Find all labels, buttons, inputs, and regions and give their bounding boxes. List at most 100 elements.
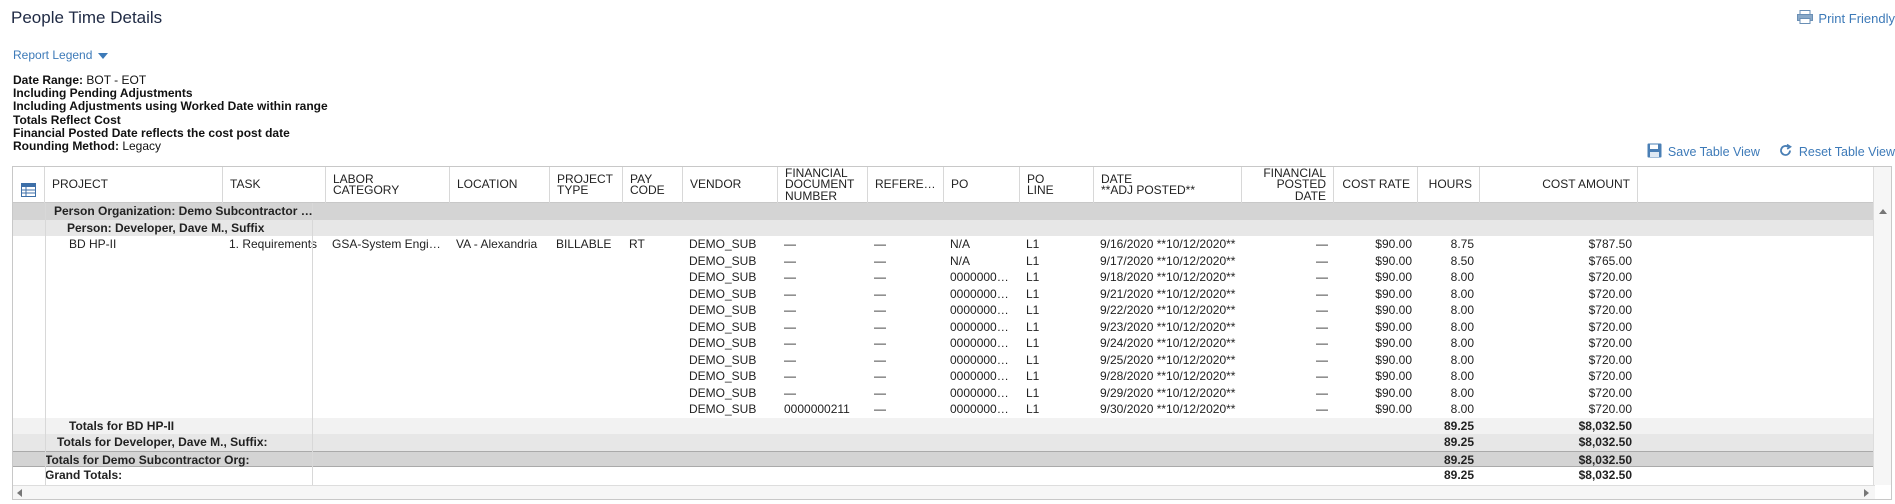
cell-po: 0000000… bbox=[950, 336, 1009, 350]
group-label-organization: Person Organization: Demo Subcontractor … bbox=[54, 204, 313, 218]
col-header-po-line[interactable]: PO LINE bbox=[1020, 167, 1094, 203]
cell-po-line: L1 bbox=[1026, 402, 1040, 416]
table-row[interactable]: DEMO_SUB — — 0000000… L1 9/18/2020 **10/12/20… bbox=[13, 269, 1873, 286]
cell-hours: 8.00 bbox=[1450, 319, 1474, 334]
col-header-financial-document-number[interactable]: FINANCIAL DOCUMENT NUMBER bbox=[778, 167, 868, 203]
cell-financial-posted-date: — bbox=[1316, 352, 1328, 367]
cell-labor-category: GSA-System Engi… bbox=[332, 237, 441, 251]
cell-cost-amount: $720.00 bbox=[1588, 402, 1632, 416]
col-header-date[interactable]: DATE **ADJ POSTED** bbox=[1094, 167, 1242, 203]
scroll-up-arrow-icon[interactable] bbox=[1879, 209, 1887, 214]
table-row[interactable]: DEMO_SUB 0000000211 — 0000000… L1 9/30/2020 *… bbox=[13, 401, 1873, 418]
totals-row-project: Totals for BD HP-II 89.25 $8,032.50 bbox=[13, 417, 1873, 434]
col-header-cost-amount[interactable]: COST AMOUNT bbox=[1480, 167, 1638, 203]
cell-project-type: BILLABLE bbox=[556, 237, 612, 251]
cell-hours: 8.00 bbox=[1450, 402, 1474, 416]
column-divider bbox=[312, 203, 313, 485]
cell-cost-rate: $90.00 bbox=[1375, 303, 1412, 317]
table-row[interactable]: BD HP-II 1. Requirements GSA-System Engi… V… bbox=[13, 236, 1873, 253]
print-friendly-button[interactable]: Print Friendly bbox=[1797, 10, 1895, 27]
table-row[interactable]: DEMO_SUB — — 0000000… L1 9/23/2020 **10/12/20… bbox=[13, 319, 1873, 336]
table-row[interactable]: DEMO_SUB — — 0000000… L1 9/21/2020 **10/12/20… bbox=[13, 286, 1873, 303]
col-header-task[interactable]: TASK bbox=[223, 167, 326, 203]
report-legend-toggle[interactable]: Report Legend bbox=[13, 48, 109, 62]
table-row[interactable]: DEMO_SUB — — 0000000… L1 9/29/2020 **10/12/20… bbox=[13, 385, 1873, 402]
totals-cost-amount: $8,032.50 bbox=[1578, 435, 1632, 449]
column-chooser-button[interactable] bbox=[13, 167, 45, 203]
table-body: Person Organization: Demo Subcontractor … bbox=[13, 203, 1873, 485]
col-header-project-type[interactable]: PROJECT TYPE bbox=[550, 167, 623, 203]
totals-label: Totals for Developer, Dave M., Suffix: bbox=[57, 435, 268, 449]
cell-cost-amount: $720.00 bbox=[1588, 303, 1632, 317]
col-header-po[interactable]: PO bbox=[944, 167, 1020, 203]
cell-date: 9/29/2020 **10/12/2020** bbox=[1100, 385, 1236, 400]
cell-vendor: DEMO_SUB bbox=[689, 286, 757, 301]
cell-reference: — bbox=[874, 385, 886, 400]
column-divider bbox=[45, 203, 46, 485]
cell-po: 0000000… bbox=[950, 286, 1009, 301]
group-row-person[interactable]: Person: Developer, Dave M., Suffix bbox=[13, 219, 1873, 236]
cell-cost-amount: $720.00 bbox=[1588, 369, 1632, 383]
cell-cost-rate: $90.00 bbox=[1375, 352, 1412, 367]
cell-financial-document-number: — bbox=[784, 253, 796, 268]
totals-row-organization: Totals for Demo Subcontractor Org: 89.25… bbox=[13, 450, 1873, 467]
totals-label: Totals for BD HP-II bbox=[69, 418, 175, 433]
cell-financial-document-number: — bbox=[784, 369, 796, 383]
cell-reference: — bbox=[874, 352, 886, 367]
table-row[interactable]: DEMO_SUB — — 0000000… L1 9/25/2020 **10/12/20… bbox=[13, 352, 1873, 369]
cell-vendor: DEMO_SUB bbox=[689, 402, 757, 416]
rounding-label: Rounding Method: bbox=[13, 139, 119, 154]
scroll-left-arrow-icon[interactable] bbox=[17, 489, 22, 497]
report-legend-label: Report Legend bbox=[13, 48, 93, 62]
cell-po-line: L1 bbox=[1026, 270, 1040, 284]
cell-financial-posted-date: — bbox=[1316, 402, 1328, 416]
cell-task: 1. Requirements bbox=[229, 237, 318, 251]
table-row[interactable]: DEMO_SUB — — N/A L1 9/17/2020 **10/12/2020** —… bbox=[13, 253, 1873, 270]
col-header-cost-rate[interactable]: COST RATE bbox=[1334, 167, 1418, 203]
col-header-hours[interactable]: HOURS bbox=[1418, 167, 1480, 203]
cell-vendor: DEMO_SUB bbox=[689, 352, 757, 367]
grand-totals-label: Grand Totals: bbox=[45, 468, 123, 482]
cell-po: 0000000… bbox=[950, 303, 1009, 317]
col-header-pay-code[interactable]: PAY CODE bbox=[623, 167, 683, 203]
criteria-pending: Including Pending Adjustments bbox=[13, 86, 193, 101]
cell-vendor: DEMO_SUB bbox=[689, 336, 757, 350]
cell-vendor: DEMO_SUB bbox=[689, 237, 757, 251]
col-header-vendor[interactable]: VENDOR bbox=[683, 167, 778, 203]
cell-cost-rate: $90.00 bbox=[1375, 270, 1412, 284]
cell-date: 9/22/2020 **10/12/2020** bbox=[1100, 303, 1236, 317]
cell-financial-document-number: — bbox=[784, 303, 796, 317]
col-header-project[interactable]: PROJECT bbox=[45, 167, 223, 203]
cell-po: 0000000… bbox=[950, 270, 1009, 284]
col-header-financial-posted-date[interactable]: FINANCIAL POSTED DATE bbox=[1242, 167, 1334, 203]
caret-down-icon bbox=[98, 53, 109, 59]
group-row-organization[interactable]: Person Organization: Demo Subcontractor … bbox=[13, 203, 1873, 220]
cell-financial-posted-date: — bbox=[1316, 319, 1328, 334]
cell-vendor: DEMO_SUB bbox=[689, 270, 757, 284]
cell-location: VA - Alexandria bbox=[456, 237, 538, 251]
cell-financial-posted-date: — bbox=[1316, 336, 1328, 350]
col-header-labor-category[interactable]: LABOR CATEGORY bbox=[326, 167, 450, 203]
cell-po: 0000000… bbox=[950, 352, 1009, 367]
col-header-location[interactable]: LOCATION bbox=[450, 167, 550, 203]
cell-financial-posted-date: — bbox=[1316, 385, 1328, 400]
save-table-view-button[interactable]: Save Table View bbox=[1647, 143, 1760, 161]
cell-po-line: L1 bbox=[1026, 286, 1040, 301]
cell-reference: — bbox=[874, 402, 886, 416]
scroll-right-arrow-icon[interactable] bbox=[1864, 489, 1869, 497]
col-header-reference[interactable]: REFERE… bbox=[868, 167, 944, 203]
cell-financial-document-number: — bbox=[784, 336, 796, 350]
totals-cost-amount: $8,032.50 bbox=[1578, 418, 1632, 433]
printer-icon bbox=[1797, 10, 1814, 27]
reset-table-view-button[interactable]: Reset Table View bbox=[1778, 143, 1895, 161]
table-row[interactable]: DEMO_SUB — — 0000000… L1 9/24/2020 **10/12/20… bbox=[13, 335, 1873, 352]
horizontal-scrollbar[interactable] bbox=[13, 485, 1875, 499]
cell-date: 9/18/2020 **10/12/2020** bbox=[1100, 270, 1236, 284]
table-row[interactable]: DEMO_SUB — — 0000000… L1 9/22/2020 **10/12/20… bbox=[13, 302, 1873, 319]
table-row[interactable]: DEMO_SUB — — 0000000… L1 9/28/2020 **10/12/20… bbox=[13, 368, 1873, 385]
cell-cost-amount: $720.00 bbox=[1588, 270, 1632, 284]
column-chooser-icon bbox=[21, 171, 36, 199]
cell-financial-document-number: — bbox=[784, 385, 796, 400]
vertical-scrollbar[interactable] bbox=[1873, 167, 1891, 485]
criteria-totals: Totals Reflect Cost bbox=[13, 112, 121, 127]
